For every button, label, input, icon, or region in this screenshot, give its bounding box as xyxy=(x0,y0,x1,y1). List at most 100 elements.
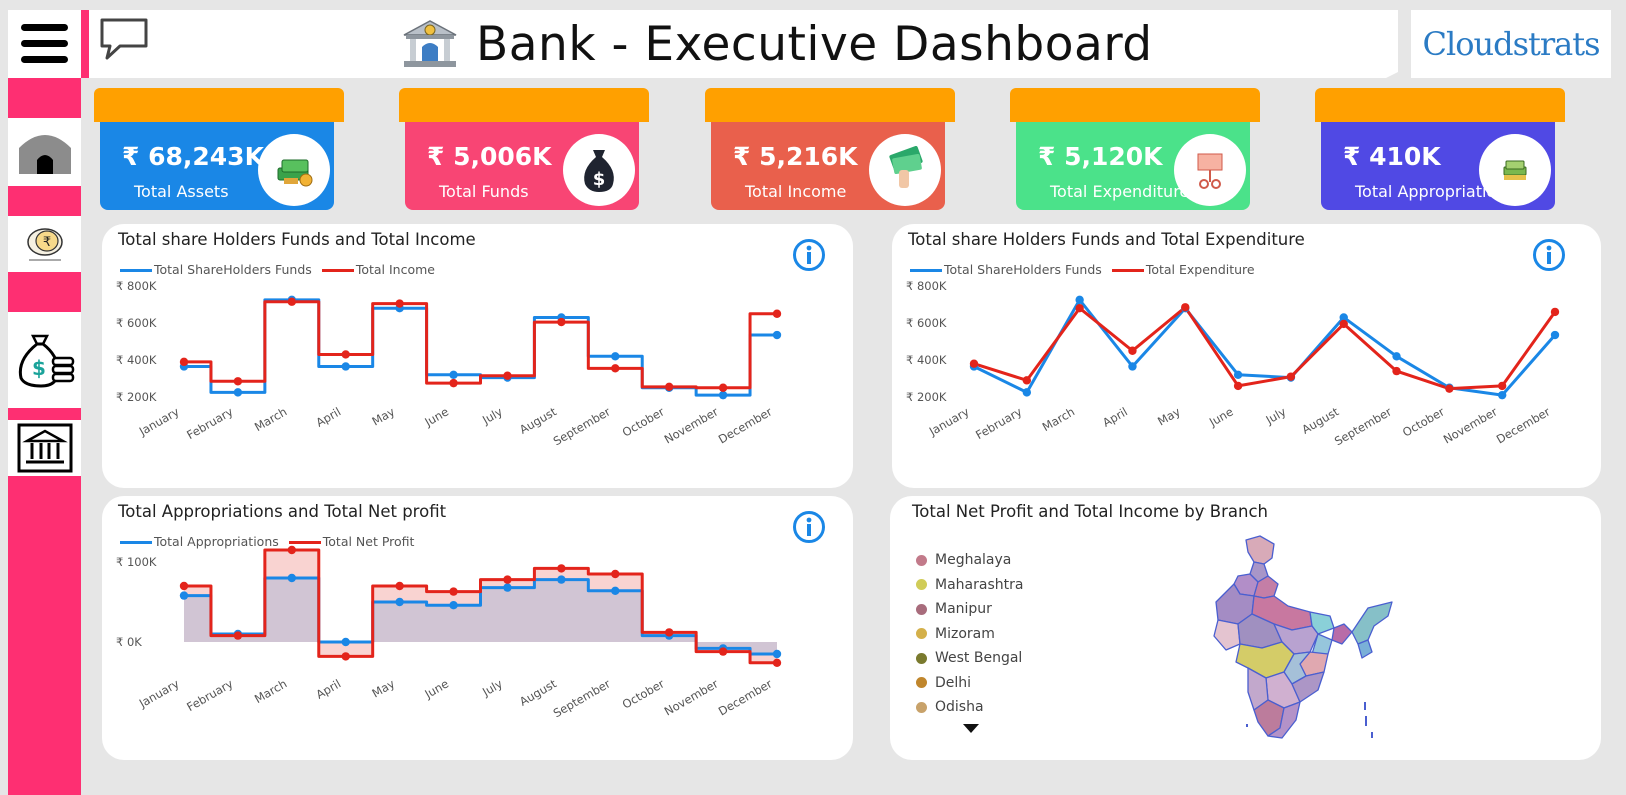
data-point[interactable] xyxy=(233,388,243,397)
map-legend-item[interactable]: Maharashtra xyxy=(916,573,1023,598)
menu-button[interactable] xyxy=(8,10,81,78)
data-point[interactable] xyxy=(395,597,404,607)
data-point[interactable] xyxy=(503,583,512,592)
data-point[interactable] xyxy=(1497,390,1507,400)
header-accent xyxy=(81,10,89,78)
data-point[interactable] xyxy=(287,545,297,555)
kpi-card-tab xyxy=(1315,88,1565,122)
cash-hand-icon xyxy=(869,134,941,206)
x-tick-label: August xyxy=(517,404,559,436)
data-point[interactable] xyxy=(449,587,458,596)
data-point[interactable] xyxy=(611,586,620,595)
map-legend-item[interactable]: Odisha xyxy=(916,695,1023,720)
data-point[interactable] xyxy=(233,631,243,640)
data-point[interactable] xyxy=(179,357,189,367)
data-point[interactable] xyxy=(395,299,404,308)
data-point[interactable] xyxy=(1392,352,1401,361)
data-point[interactable] xyxy=(503,371,512,380)
data-point[interactable] xyxy=(969,359,979,368)
data-point[interactable] xyxy=(1392,366,1401,376)
data-point[interactable] xyxy=(1233,370,1243,379)
data-point[interactable] xyxy=(1445,384,1454,393)
data-point[interactable] xyxy=(772,658,782,667)
data-point[interactable] xyxy=(341,652,350,661)
data-point[interactable] xyxy=(611,569,620,579)
map-legend-label: Mizoram xyxy=(935,625,995,642)
kpi-value: ₹ 68,243K xyxy=(122,142,264,171)
data-point[interactable] xyxy=(1075,304,1084,313)
data-point[interactable] xyxy=(1550,307,1560,317)
x-tick-label: February xyxy=(973,404,1024,442)
data-point[interactable] xyxy=(664,382,674,392)
data-point[interactable] xyxy=(179,591,189,600)
kpi-card[interactable]: ₹ 68,243K Total Assets xyxy=(94,88,346,214)
data-point[interactable] xyxy=(772,649,782,659)
data-point[interactable] xyxy=(718,383,728,392)
map-title: Total Net Profit and Total Income by Bra… xyxy=(912,502,1268,521)
data-point[interactable] xyxy=(772,309,782,318)
data-point[interactable] xyxy=(287,297,297,306)
y-tick-label: ₹ 100K xyxy=(116,555,157,569)
series-line[interactable] xyxy=(184,300,777,390)
map-legend-label: West Bengal xyxy=(935,650,1023,667)
line-chart-funds-income: ₹ 200K ₹ 400K ₹ 600K ₹ 800K January February M… xyxy=(116,279,782,448)
data-point[interactable] xyxy=(611,352,620,361)
data-point[interactable] xyxy=(449,601,458,610)
data-point[interactable] xyxy=(557,317,566,327)
data-point[interactable] xyxy=(1550,330,1560,340)
kpi-card[interactable]: ₹ 410K Total Appropriations xyxy=(1315,88,1567,214)
data-point[interactable] xyxy=(557,575,566,584)
map-legend-item[interactable]: Delhi xyxy=(916,671,1023,696)
nav-funds[interactable]: $ xyxy=(8,312,81,408)
svg-text:₹: ₹ xyxy=(42,235,50,250)
nav-income[interactable]: ₹ xyxy=(8,216,81,272)
hamburger-icon xyxy=(21,24,68,31)
kpi-card[interactable]: ₹ 5,006K Total Funds $ xyxy=(399,88,651,214)
data-point[interactable] xyxy=(449,370,458,379)
data-point[interactable] xyxy=(718,390,728,400)
data-point[interactable] xyxy=(179,581,189,591)
nav-bank[interactable] xyxy=(8,420,81,476)
data-point[interactable] xyxy=(287,573,297,583)
data-point[interactable] xyxy=(1233,381,1243,391)
legend-scroll-down-icon[interactable] xyxy=(962,722,980,734)
x-tick-label: March xyxy=(1040,404,1077,434)
kpi-card[interactable]: ₹ 5,216K Total Income xyxy=(705,88,957,214)
comment-icon[interactable] xyxy=(99,17,149,61)
data-point[interactable] xyxy=(1075,295,1084,305)
data-point[interactable] xyxy=(1022,376,1032,385)
x-tick-label: November xyxy=(662,404,721,446)
data-point[interactable] xyxy=(449,378,458,388)
data-point[interactable] xyxy=(1181,303,1190,312)
map-legend-item[interactable]: Meghalaya xyxy=(916,548,1023,573)
kpi-card[interactable]: ₹ 5,120K Total Expenditure xyxy=(1010,88,1262,214)
nav-home[interactable] xyxy=(8,118,81,186)
map-legend-item[interactable]: Mizoram xyxy=(916,622,1023,647)
india-map[interactable] xyxy=(1208,532,1398,742)
data-point[interactable] xyxy=(341,362,350,371)
data-point[interactable] xyxy=(1286,372,1296,381)
data-point[interactable] xyxy=(233,377,243,386)
x-tick-label: January xyxy=(136,676,182,711)
data-point[interactable] xyxy=(718,647,728,656)
data-point[interactable] xyxy=(611,364,620,373)
data-point[interactable] xyxy=(772,330,782,340)
data-point[interactable] xyxy=(1339,319,1348,329)
data-point[interactable] xyxy=(503,575,512,584)
data-point[interactable] xyxy=(664,628,674,637)
data-point[interactable] xyxy=(395,581,404,591)
data-point[interactable] xyxy=(341,350,350,359)
kpi-label: Total Expenditure xyxy=(1050,182,1190,201)
x-tick-label: July xyxy=(479,676,505,699)
data-point[interactable] xyxy=(1497,381,1507,391)
map-legend-item[interactable]: Manipur xyxy=(916,597,1023,622)
data-point[interactable] xyxy=(1128,346,1137,355)
map-legend-label: Manipur xyxy=(935,601,992,618)
data-point[interactable] xyxy=(1022,388,1032,397)
data-point[interactable] xyxy=(341,637,350,647)
company-logo: Cloudstrats xyxy=(1411,10,1611,78)
data-point[interactable] xyxy=(557,564,566,573)
map-legend-item[interactable]: West Bengal xyxy=(916,646,1023,671)
x-tick-label: November xyxy=(662,676,721,718)
data-point[interactable] xyxy=(1128,362,1137,371)
